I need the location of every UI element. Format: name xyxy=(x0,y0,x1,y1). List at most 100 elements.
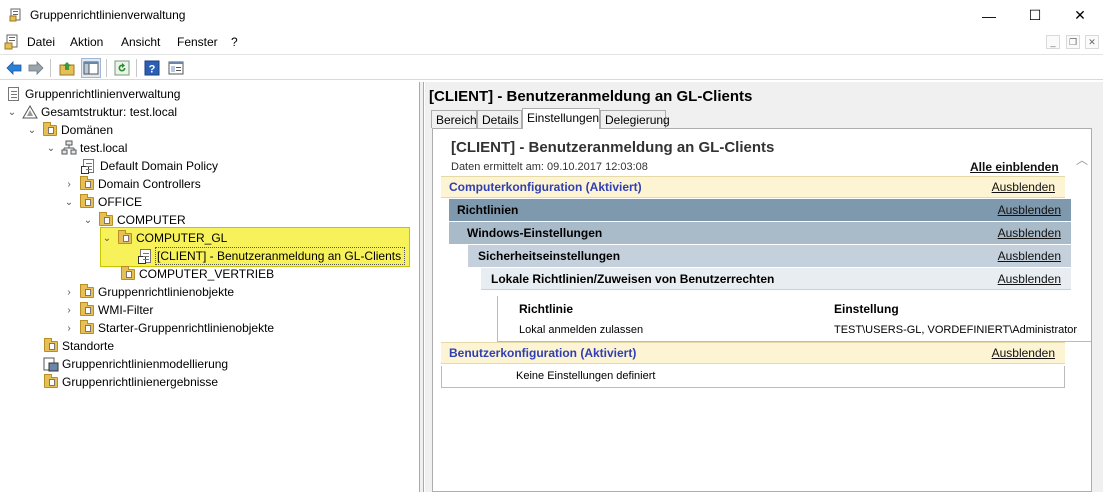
pane-splitter[interactable] xyxy=(420,82,424,492)
chevron-right-icon[interactable]: › xyxy=(63,179,75,190)
chevron-down-icon[interactable]: ⌄ xyxy=(26,125,38,136)
tree-label: Standorte xyxy=(62,339,115,353)
pane-title: [CLIENT] - Benutzeranmeldung an GL-Clien… xyxy=(429,88,753,105)
menu-help[interactable]: ? xyxy=(231,35,238,49)
tree-label: Gruppenrichtlinienobjekte xyxy=(98,285,235,299)
chevron-right-icon[interactable]: › xyxy=(63,305,75,316)
hide-link[interactable]: Ausblenden xyxy=(998,272,1061,286)
up-folder-button[interactable] xyxy=(57,58,77,78)
wmi-filter-icon xyxy=(79,302,95,318)
tree-item-computer[interactable]: ⌄ COMPUTER xyxy=(82,211,186,229)
chevron-right-icon[interactable]: › xyxy=(63,323,75,334)
menu-ansicht[interactable]: Ansicht xyxy=(121,35,160,49)
tree-label: Domänen xyxy=(61,123,114,137)
tree-item-computer-gl[interactable]: ⌄ COMPUTER_GL xyxy=(101,229,227,247)
chevron-right-icon[interactable]: › xyxy=(63,287,75,298)
security-settings-header[interactable]: Sicherheitseinstellungen Ausblenden xyxy=(468,245,1071,267)
chevron-down-icon[interactable]: ⌄ xyxy=(101,233,113,244)
settings-report: [CLIENT] - Benutzeranmeldung an GL-Clien… xyxy=(432,128,1092,492)
windows-settings-header[interactable]: Windows-Einstellungen Ausblenden xyxy=(449,222,1071,244)
refresh-icon xyxy=(114,60,130,76)
ou-folder-icon xyxy=(98,212,114,228)
tree-item-computer-vertrieb[interactable]: COMPUTER_VERTRIEB xyxy=(120,265,274,283)
gpo-link-icon xyxy=(138,248,154,264)
tree-label: Gruppenrichtlinienergebnisse xyxy=(62,375,219,389)
tree-item-client-gpo[interactable]: [CLIENT] - Benutzeranmeldung an GL-Clien… xyxy=(138,247,401,265)
ou-folder-icon xyxy=(79,176,95,192)
tree-label: [CLIENT] - Benutzeranmeldung an GL-Clien… xyxy=(157,249,402,263)
local-policies-header[interactable]: Lokale Richtlinien/Zuweisen von Benutzer… xyxy=(481,268,1071,290)
mdi-close-button[interactable]: ✕ xyxy=(1085,35,1099,49)
system-menu-icon[interactable] xyxy=(4,34,20,50)
menu-fenster[interactable]: Fenster xyxy=(177,35,218,49)
tree-item-office[interactable]: ⌄ OFFICE xyxy=(63,193,142,211)
mdi-restore-button[interactable]: ❐ xyxy=(1066,35,1080,49)
chevron-down-icon[interactable]: ⌄ xyxy=(82,215,94,226)
tree-item-test-local[interactable]: ⌄ test.local xyxy=(45,139,127,157)
tree-label: test.local xyxy=(80,141,128,155)
gpmc-root-icon xyxy=(6,86,22,102)
mdi-minimize-button[interactable]: _ xyxy=(1046,35,1060,49)
computer-config-header[interactable]: Computerkonfiguration (Aktiviert) Ausble… xyxy=(441,176,1065,198)
tree-item-modeling[interactable]: Gruppenrichtlinienmodellierung xyxy=(43,355,228,373)
minimize-button[interactable]: — xyxy=(966,0,1012,31)
hide-link[interactable]: Ausblenden xyxy=(998,249,1061,263)
show-hide-tree-button[interactable] xyxy=(81,58,101,78)
modeling-icon xyxy=(43,357,59,372)
refresh-button[interactable] xyxy=(112,58,132,78)
tree-label: Default Domain Policy xyxy=(100,159,219,173)
hide-link[interactable]: Ausblenden xyxy=(998,203,1061,217)
window-title: Gruppenrichtlinienverwaltung xyxy=(30,8,186,22)
tree-item-default-domain-policy[interactable]: Default Domain Policy xyxy=(81,157,218,175)
tab-delegierung[interactable]: Delegierung xyxy=(600,110,670,128)
gpo-link-icon xyxy=(81,158,97,174)
report-date: Daten ermittelt am: 09.10.2017 12:03:08 xyxy=(451,161,648,173)
maximize-icon: ☐ xyxy=(1028,7,1042,23)
table-cell: TEST\USERS-GL, VORDEFINIERT\Administrato… xyxy=(834,324,1078,336)
tree-item-root[interactable]: Gruppenrichtlinienverwaltung xyxy=(6,85,180,103)
tree-label: Domain Controllers xyxy=(98,177,201,191)
tree-item-sites[interactable]: Standorte xyxy=(43,337,114,355)
back-arrow-icon xyxy=(6,61,22,75)
domains-folder-icon xyxy=(42,122,58,138)
tab-einstellungen[interactable]: Einstellungen xyxy=(522,108,600,129)
help-button[interactable]: ? xyxy=(142,58,162,78)
forward-button[interactable] xyxy=(26,58,46,78)
menu-aktion[interactable]: Aktion xyxy=(70,35,103,49)
svg-text:?: ? xyxy=(149,64,156,76)
policies-header[interactable]: Richtlinien Ausblenden xyxy=(449,199,1071,221)
tree-item-forest[interactable]: ⌄ Gesamtstruktur: test.local xyxy=(6,103,177,121)
menu-datei[interactable]: Datei xyxy=(27,35,55,49)
chevron-down-icon[interactable]: ⌄ xyxy=(63,197,75,208)
hide-link[interactable]: Ausblenden xyxy=(992,346,1055,360)
properties-button[interactable] xyxy=(166,58,186,78)
scroll-up-icon[interactable]: ︿ xyxy=(1076,151,1088,168)
tree-label: COMPUTER_VERTRIEB xyxy=(139,267,275,281)
hide-link[interactable]: Ausblenden xyxy=(998,226,1061,240)
tree-label: OFFICE xyxy=(98,195,142,209)
tab-details[interactable]: Details xyxy=(477,110,522,128)
chevron-down-icon[interactable]: ⌄ xyxy=(6,107,18,118)
gpmc-app-icon xyxy=(9,8,21,22)
chevron-down-icon[interactable]: ⌄ xyxy=(45,143,57,154)
tree-item-gpo-objects[interactable]: › Gruppenrichtlinienobjekte xyxy=(63,283,234,301)
gpo-container-icon xyxy=(79,284,95,300)
hide-link[interactable]: Ausblenden xyxy=(992,180,1055,194)
forward-arrow-icon xyxy=(28,61,44,75)
column-header-setting: Einstellung xyxy=(834,302,899,316)
toolbar: ? xyxy=(0,54,1103,80)
tree-item-domains[interactable]: ⌄ Domänen xyxy=(26,121,113,139)
ou-folder-icon xyxy=(79,194,95,210)
tree-item-domain-controllers[interactable]: › Domain Controllers xyxy=(63,175,201,193)
title-bar: Gruppenrichtlinienverwaltung — ☐ ✕ xyxy=(0,0,1103,31)
tree-item-wmi-filter[interactable]: › WMI-Filter xyxy=(63,301,153,319)
tree-item-starter-gpo[interactable]: › Starter-Gruppenrichtlinienobjekte xyxy=(63,319,274,337)
close-button[interactable]: ✕ xyxy=(1057,0,1103,31)
user-config-header[interactable]: Benutzerkonfiguration (Aktiviert) Ausble… xyxy=(441,342,1065,364)
show-all-link[interactable]: Alle einblenden xyxy=(970,160,1059,174)
tab-bereich[interactable]: Bereich xyxy=(431,110,477,128)
tree-item-results[interactable]: Gruppenrichtlinienergebnisse xyxy=(43,373,218,391)
back-button[interactable] xyxy=(4,58,24,78)
maximize-button[interactable]: ☐ xyxy=(1012,0,1058,31)
ou-folder-icon xyxy=(117,230,133,246)
